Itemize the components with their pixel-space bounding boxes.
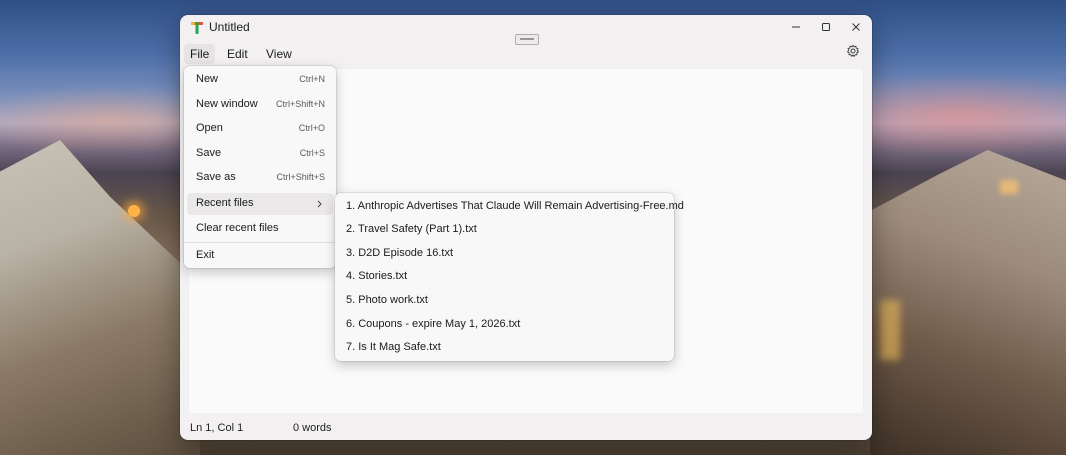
recent-file-item[interactable]: 6. Coupons - expire May 1, 2026.txt (338, 314, 671, 336)
window-title: Untitled (209, 20, 250, 34)
title-bar[interactable]: Untitled (180, 15, 872, 45)
recent-file-label: 2. Travel Safety (Part 1).txt (346, 223, 477, 235)
recent-files-submenu: 1. Anthropic Advertises That Claude Will… (335, 193, 684, 361)
maximize-button[interactable] (811, 15, 841, 39)
recent-file-item[interactable]: 1. Anthropic Advertises That Claude Will… (338, 196, 684, 218)
menu-bar: File Edit View (180, 42, 872, 66)
menu-item-save-as[interactable]: Save as Ctrl+Shift+S (187, 167, 333, 189)
minimize-button[interactable] (781, 15, 811, 39)
recent-file-item[interactable]: 5. Photo work.txt (338, 290, 671, 312)
menu-item-shortcut: Ctrl+O (298, 123, 325, 133)
menu-separator (184, 242, 336, 243)
recent-file-label: 1. Anthropic Advertises That Claude Will… (346, 200, 684, 212)
recent-file-item[interactable]: 7. Is It Mag Safe.txt (338, 337, 671, 359)
recent-file-label: 4. Stories.txt (346, 270, 408, 282)
close-icon (852, 23, 860, 31)
recent-file-item[interactable]: 2. Travel Safety (Part 1).txt (338, 219, 671, 241)
menu-item-clear-recent[interactable]: Clear recent files (187, 218, 333, 240)
notepad-app-icon (191, 22, 203, 34)
menu-item-recent-files[interactable]: Recent files (187, 193, 333, 215)
recent-file-item[interactable]: 4. Stories.txt (338, 266, 671, 288)
gear-icon[interactable] (846, 44, 860, 58)
menu-item-shortcut: Ctrl+N (299, 74, 325, 84)
status-bar: Ln 1, Col 1 0 words (180, 416, 872, 440)
menu-item-shortcut: Ctrl+S (299, 148, 325, 158)
recent-file-label: 6. Coupons - expire May 1, 2026.txt (346, 318, 521, 330)
wallpaper-light (880, 300, 900, 360)
file-menu-dropdown: New Ctrl+N New window Ctrl+Shift+N Open … (184, 66, 336, 268)
word-count: 0 words (293, 422, 332, 434)
menu-item-label: New (196, 73, 219, 85)
minimize-icon (792, 26, 800, 28)
menu-item-open[interactable]: Open Ctrl+O (187, 118, 333, 140)
menu-item-shortcut: Ctrl+Shift+N (275, 99, 325, 109)
wallpaper-light (128, 205, 140, 217)
cursor-position: Ln 1, Col 1 (190, 422, 244, 434)
menu-item-label: Recent files (196, 197, 254, 209)
menu-item-label: New window (196, 98, 258, 110)
menu-item-save[interactable]: Save Ctrl+S (187, 143, 333, 165)
wallpaper-light (1000, 180, 1018, 194)
recent-file-label: 7. Is It Mag Safe.txt (346, 341, 441, 353)
recent-file-item[interactable]: 3. D2D Episode 16.txt (338, 243, 671, 265)
menu-item-label: Save as (196, 171, 236, 183)
menu-item-label: Save (196, 147, 222, 159)
menu-edit[interactable]: Edit (221, 44, 254, 64)
recent-file-label: 5. Photo work.txt (346, 294, 428, 306)
menu-item-exit[interactable]: Exit (187, 245, 333, 267)
menu-item-new-window[interactable]: New window Ctrl+Shift+N (187, 94, 333, 116)
menu-item-new[interactable]: New Ctrl+N (187, 69, 333, 91)
menu-item-label: Clear recent files (196, 222, 279, 234)
menu-item-label: Exit (196, 249, 215, 261)
chevron-right-icon (317, 200, 322, 208)
maximize-icon (822, 23, 830, 31)
menu-item-shortcut: Ctrl+Shift+S (276, 172, 325, 182)
wallpaper-cliff-left (0, 140, 200, 455)
close-button[interactable] (841, 15, 871, 39)
menu-item-label: Open (196, 122, 223, 134)
menu-file[interactable]: File (184, 44, 216, 64)
menu-view[interactable]: View (260, 44, 298, 64)
recent-file-label: 3. D2D Episode 16.txt (346, 247, 454, 259)
